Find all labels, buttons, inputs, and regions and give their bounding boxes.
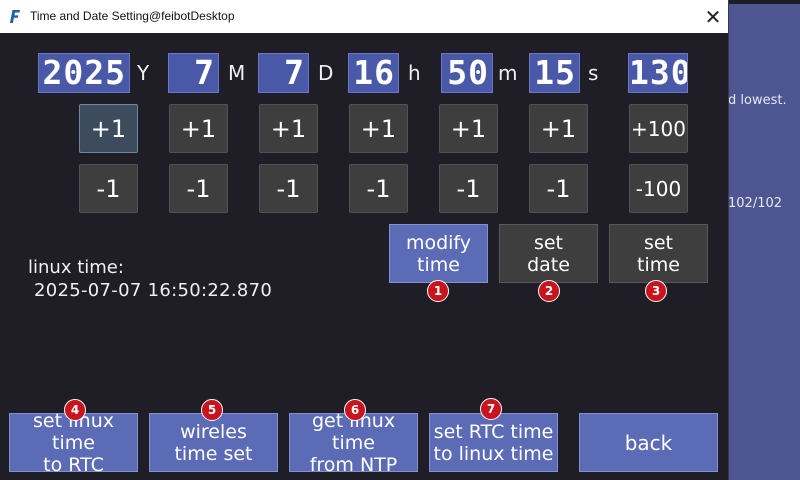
window-title: Time and Date Setting@feibotDesktop (30, 9, 235, 23)
month-unit: M (228, 61, 246, 85)
badge-7: 7 (480, 398, 502, 420)
back-button[interactable]: back (579, 413, 718, 472)
badge-4: 4 (64, 399, 86, 421)
second-display: 15 (529, 53, 580, 93)
set-rtc-time-to-linux-time-button[interactable]: set RTC time to linux time (429, 413, 558, 472)
badge-2: 2 (538, 280, 560, 302)
set-time-button[interactable]: set time (609, 224, 708, 283)
second-decrement-button[interactable]: -1 (529, 164, 588, 213)
minute-display: 50 (441, 53, 493, 93)
hour-decrement-button[interactable]: -1 (349, 164, 408, 213)
minute-increment-button[interactable]: +1 (439, 104, 498, 153)
second-increment-button[interactable]: +1 (529, 104, 588, 153)
month-display: 7 (168, 53, 219, 93)
year-increment-button[interactable]: +1 (79, 104, 138, 153)
minute-decrement-button[interactable]: -1 (439, 164, 498, 213)
set-linux-time-to-rtc-button[interactable]: set linux time to RTC (9, 410, 138, 476)
day-decrement-button[interactable]: -1 (259, 164, 318, 213)
year-unit: Y (137, 61, 150, 85)
app-f-icon (6, 7, 24, 25)
year-display: 2025 (38, 53, 130, 93)
linux-time-label: linux time: (28, 257, 124, 278)
second-unit: s (588, 61, 599, 85)
close-icon[interactable]: ✕ (702, 6, 724, 28)
day-unit: D (318, 61, 334, 85)
month-decrement-button[interactable]: -1 (169, 164, 228, 213)
modify-time-button[interactable]: modify time (389, 224, 488, 283)
background-text-count: 102/102 (728, 196, 783, 211)
millisecond-display: 130 (628, 53, 688, 93)
hour-display: 16 (348, 53, 399, 93)
set-date-button[interactable]: set date (499, 224, 598, 283)
day-display: 7 (258, 53, 309, 93)
badge-5: 5 (201, 399, 223, 421)
time-date-window: Time and Date Setting@feibotDesktop ✕ 20… (0, 0, 729, 480)
title-bar[interactable]: Time and Date Setting@feibotDesktop ✕ (0, 0, 728, 33)
badge-6: 6 (344, 399, 366, 421)
wireless-time-set-button[interactable]: wireles time set (149, 413, 278, 472)
hour-unit: h (408, 61, 421, 85)
linux-time-value: 2025-07-07 16:50:22.870 (34, 280, 273, 301)
hour-increment-button[interactable]: +1 (349, 104, 408, 153)
badge-3: 3 (645, 280, 667, 302)
day-increment-button[interactable]: +1 (259, 104, 318, 153)
minute-unit: m (498, 61, 518, 85)
get-linux-time-from-ntp-button[interactable]: get linux time from NTP (289, 410, 418, 476)
background-top-strip (728, 0, 800, 4)
background-text-lowest: d lowest. (728, 93, 787, 108)
badge-1: 1 (427, 280, 449, 302)
millisecond-increment-button[interactable]: +100 (629, 104, 688, 153)
background-desktop (728, 0, 800, 480)
month-increment-button[interactable]: +1 (169, 104, 228, 153)
year-decrement-button[interactable]: -1 (79, 164, 138, 213)
millisecond-decrement-button[interactable]: -100 (629, 164, 688, 213)
